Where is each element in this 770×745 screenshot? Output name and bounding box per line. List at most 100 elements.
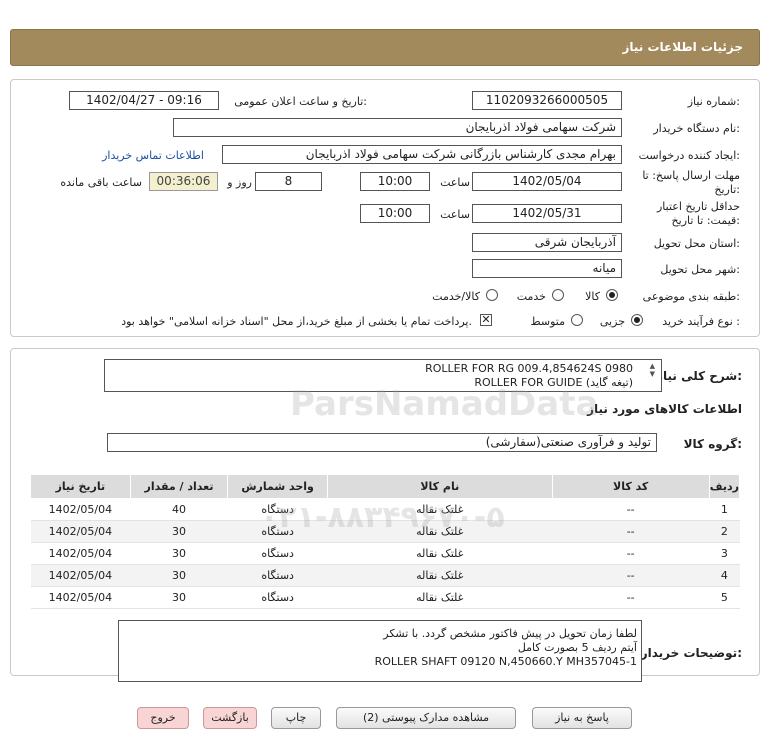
cell-row: 1: [709, 498, 740, 521]
general-desc-line1: ROLLER FOR RG 009.4,854624S 0980: [425, 362, 633, 375]
goods-table-header: تاریخ نیاز تعداد / مقدار واحد شمارش نام …: [30, 474, 741, 499]
cell-code: --: [552, 498, 710, 521]
process-partial-label: جزیی: [599, 315, 625, 328]
back-button[interactable]: بازگشت: [203, 707, 257, 729]
cell-unit: دستگاه: [227, 542, 328, 565]
days-label: روز و: [227, 176, 252, 189]
col-date: تاریخ نیاز: [30, 474, 131, 499]
cell-unit: دستگاه: [227, 520, 328, 543]
goods-group-label: گروه کالا:: [683, 437, 742, 451]
category-label: طبقه بندی موضوعی:: [642, 290, 740, 303]
col-unit: واحد شمارش: [227, 474, 328, 499]
cell-name: غلتک نقاله: [327, 564, 553, 587]
cell-name: غلتک نقاله: [327, 542, 553, 565]
deadline-date-field: 1402/05/04: [472, 172, 622, 191]
deadline-label-line2: تاریخ:: [714, 183, 740, 196]
remaining-time-label: ساعت باقی مانده: [60, 176, 142, 189]
city-field: میانه: [472, 259, 622, 278]
category-goods-service-label: کالا/خدمت: [432, 290, 480, 303]
deadline-label-line1: مهلت ارسال پاسخ: تا: [642, 169, 740, 182]
category-service-radio[interactable]: [552, 289, 564, 301]
validity-time-field: 10:00: [360, 204, 430, 223]
deadline-time-field: 10:00: [360, 172, 430, 191]
table-row: 1402/05/04 30 دستگاه غلتک نقاله -- 3: [30, 542, 740, 565]
category-service-label: خدمت: [516, 290, 546, 303]
cell-code: --: [552, 542, 710, 565]
cell-unit: دستگاه: [227, 564, 328, 587]
cell-code: --: [552, 520, 710, 543]
province-field: آذربایجان شرقی: [472, 233, 622, 252]
validity-label-line1: حداقل تاریخ اعتبار: [656, 200, 740, 213]
buyer-notes-label: توضیحات خریدار:: [640, 646, 742, 660]
cell-date: 1402/05/04: [30, 586, 131, 609]
exit-button[interactable]: خروج: [137, 707, 189, 729]
table-row: 1402/05/04 30 دستگاه غلتک نقاله -- 4: [30, 564, 740, 587]
treasury-payment-note: پرداخت تمام یا بخشی از مبلغ خرید،از محل …: [121, 315, 472, 328]
cell-code: --: [552, 586, 710, 609]
cell-code: --: [552, 564, 710, 587]
table-row: 1402/05/04 30 دستگاه غلتک نقاله -- 5: [30, 586, 740, 609]
buyer-notes-line2: آیتم ردیف 5 بصورت کامل: [517, 641, 637, 654]
creator-label: ایجاد کننده درخواست:: [638, 149, 740, 162]
validity-label-line2: قیمت: تا تاریخ:: [671, 214, 740, 227]
cell-date: 1402/05/04: [30, 520, 131, 543]
buyer-contact-link[interactable]: اطلاعات تماس خریدار: [102, 149, 204, 162]
reply-button[interactable]: پاسخ به نیاز: [532, 707, 632, 729]
deadline-time-label: ساعت: [440, 176, 470, 189]
print-button[interactable]: چاپ: [271, 707, 321, 729]
table-row: 1402/05/04 30 دستگاه غلتک نقاله -- 2: [30, 520, 740, 543]
cell-unit: دستگاه: [227, 586, 328, 609]
goods-info-title: اطلاعات کالاهای مورد نیاز: [587, 402, 742, 416]
cell-row: 4: [709, 564, 740, 587]
col-code: کد کالا: [551, 474, 710, 499]
buyer-notes-field: لطفا زمان تحویل در پیش فاکتور مشخص گردد.…: [118, 620, 642, 682]
cell-qty: 40: [130, 498, 228, 521]
cell-name: غلتک نقاله: [327, 520, 553, 543]
city-label: شهر محل تحویل:: [660, 263, 740, 276]
col-row: ردیف: [708, 474, 741, 499]
province-label: استان محل تحویل:: [653, 237, 740, 250]
page-header: جزئیات اطلاعات نیاز: [10, 29, 760, 66]
cell-unit: دستگاه: [227, 498, 328, 521]
need-number-field: 1102093266000505: [472, 91, 622, 110]
page-title: جزئیات اطلاعات نیاز: [622, 40, 743, 54]
cell-row: 3: [709, 542, 740, 565]
goods-table: تاریخ نیاز تعداد / مقدار واحد شمارش نام …: [30, 474, 741, 609]
process-partial-radio[interactable]: [631, 314, 643, 326]
announce-datetime-label: تاریخ و ساعت اعلان عمومی:: [234, 95, 367, 108]
cell-date: 1402/05/04: [30, 542, 131, 565]
col-qty: تعداد / مقدار: [129, 474, 229, 499]
remaining-time-field: 00:36:06: [149, 172, 218, 191]
scroll-arrows-icon[interactable]: ▲ ▼: [650, 362, 655, 378]
cell-date: 1402/05/04: [30, 498, 131, 521]
process-medium-radio[interactable]: [571, 314, 583, 326]
process-type-label: نوع فرآیند خرید :: [662, 315, 740, 328]
buyer-org-field: شرکت سهامی فولاد اذربایجان: [173, 118, 622, 137]
announce-datetime-field: 1402/04/27 - 09:16: [69, 91, 219, 110]
cell-name: غلتک نقاله: [327, 498, 553, 521]
general-desc-field: ROLLER FOR RG 009.4,854624S 0980 ROLLER …: [104, 359, 662, 392]
cell-qty: 30: [130, 564, 228, 587]
cell-qty: 30: [130, 586, 228, 609]
creator-field: بهرام مجدی کارشناس بازرگانی شرکت سهامی ف…: [222, 145, 622, 164]
table-row: 1402/05/04 40 دستگاه غلتک نقاله -- 1: [30, 498, 740, 521]
cell-date: 1402/05/04: [30, 564, 131, 587]
category-goods-service-radio[interactable]: [486, 289, 498, 301]
buyer-org-label: نام دستگاه خریدار:: [653, 122, 740, 135]
days-remaining-field: 8: [255, 172, 322, 191]
need-number-label: شماره نیاز:: [687, 95, 740, 108]
cell-row: 2: [709, 520, 740, 543]
category-goods-radio[interactable]: [606, 289, 618, 301]
buyer-notes-line1: لطفا زمان تحویل در پیش فاکتور مشخص گردد.…: [383, 627, 637, 640]
col-name: نام کالا: [326, 474, 553, 499]
cell-row: 5: [709, 586, 740, 609]
attachments-button[interactable]: مشاهده مدارک پیوستی (2): [336, 707, 516, 729]
general-desc-line2: ROLLER FOR GUIDE (تیغه گاید): [474, 376, 633, 389]
buyer-notes-line3: ROLLER SHAFT 09120 N,450660.Y MH357045-1: [374, 655, 637, 668]
validity-date-field: 1402/05/31: [472, 204, 622, 223]
general-desc-label: شرح کلی نیاز:: [656, 369, 742, 383]
treasury-payment-checkbox[interactable]: ✕: [480, 314, 492, 326]
process-medium-label: متوسط: [530, 315, 565, 328]
goods-group-field: تولید و فرآوری صنعتی(سفارشی): [107, 433, 657, 452]
cell-qty: 30: [130, 542, 228, 565]
